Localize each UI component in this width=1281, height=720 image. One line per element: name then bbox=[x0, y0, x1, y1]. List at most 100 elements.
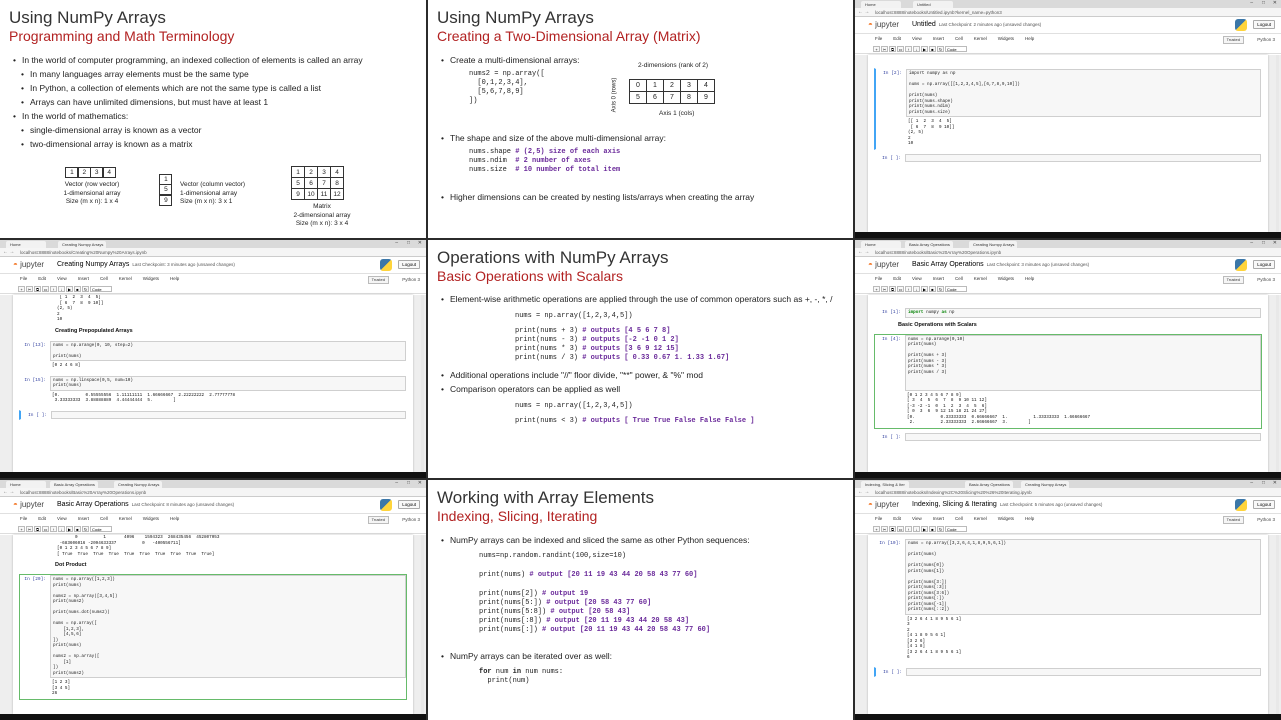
menu-item[interactable]: Kernel bbox=[974, 276, 987, 281]
trusted-badge[interactable]: Trusted bbox=[367, 276, 389, 284]
close-icon[interactable]: ✕ bbox=[418, 240, 422, 246]
run-button[interactable]: ▶ bbox=[921, 46, 928, 52]
run-button[interactable]: ▶ bbox=[921, 526, 928, 532]
menu-item[interactable]: Insert bbox=[933, 516, 944, 521]
menu-item[interactable]: Insert bbox=[933, 36, 944, 41]
run-button[interactable]: ▶ bbox=[66, 526, 73, 532]
stop-button[interactable]: ■ bbox=[929, 526, 936, 532]
menu-item[interactable]: Edit bbox=[38, 276, 46, 281]
browser-tab[interactable]: Home bbox=[6, 241, 46, 248]
menu-item[interactable]: View bbox=[57, 516, 67, 521]
run-button[interactable]: ▶ bbox=[921, 286, 928, 292]
paste-button[interactable]: ▭ bbox=[897, 46, 904, 52]
move-down-button[interactable]: ↓ bbox=[913, 526, 920, 532]
logout-button[interactable]: Logout bbox=[398, 500, 420, 509]
cell-input[interactable]: nums = np.array([3,2,6,4,1,8,9,5,6,1]) p… bbox=[905, 539, 1261, 615]
cell-type-select[interactable]: Code bbox=[945, 46, 967, 52]
cell-input[interactable] bbox=[906, 667, 1261, 676]
stop-button[interactable]: ■ bbox=[929, 286, 936, 292]
cell-input[interactable]: nums = np.arange(0,10) print(nums) print… bbox=[905, 334, 1261, 391]
browser-tab[interactable]: Basic Array Operations bbox=[50, 481, 98, 488]
code-cell[interactable]: In [2]: import numpy as np nums = np.arr… bbox=[874, 68, 1262, 150]
back-icon[interactable]: ← → bbox=[858, 488, 869, 497]
menu-item[interactable]: Widgets bbox=[998, 276, 1014, 281]
notebook-name[interactable]: Indexing, Slicing & Iterating Last Checkp… bbox=[912, 501, 1102, 508]
minimize-icon[interactable]: – bbox=[395, 240, 398, 246]
menu-item[interactable]: View bbox=[912, 276, 922, 281]
scrollbar[interactable] bbox=[1276, 55, 1279, 232]
maximize-icon[interactable]: □ bbox=[407, 480, 410, 486]
cell-type-select[interactable]: Code bbox=[90, 526, 112, 532]
trusted-badge[interactable]: Trusted bbox=[1222, 276, 1244, 284]
notebook-name[interactable]: Untitled Last Checkpoint: 2 minutes ago (… bbox=[912, 21, 1041, 28]
copy-button[interactable]: ⧉ bbox=[889, 286, 896, 292]
run-button[interactable]: ▶ bbox=[66, 286, 73, 292]
insert-cell-button[interactable]: + bbox=[873, 46, 880, 52]
move-down-button[interactable]: ↓ bbox=[58, 286, 65, 292]
back-icon[interactable]: ← → bbox=[3, 488, 14, 497]
move-down-button[interactable]: ↓ bbox=[913, 46, 920, 52]
minimize-icon[interactable]: – bbox=[1250, 240, 1253, 246]
menu-item[interactable]: Cell bbox=[955, 276, 963, 281]
insert-cell-button[interactable]: + bbox=[873, 526, 880, 532]
menu-item[interactable]: View bbox=[57, 276, 67, 281]
code-cell[interactable]: In [1]: import numpy as np bbox=[874, 307, 1262, 319]
browser-tab[interactable]: Creating Numpy Arrays bbox=[1021, 481, 1069, 488]
code-cell[interactable]: In [4]: nums = np.arange(0,10) print(num… bbox=[874, 333, 1262, 429]
menu-item[interactable]: Kernel bbox=[119, 276, 132, 281]
move-down-button[interactable]: ↓ bbox=[913, 286, 920, 292]
menu-item[interactable]: Help bbox=[1025, 516, 1034, 521]
cut-button[interactable]: ✂ bbox=[881, 286, 888, 292]
menu-item[interactable]: Edit bbox=[893, 36, 901, 41]
jupyter-logo[interactable]: ◓ jupyter bbox=[13, 260, 44, 269]
menu-item[interactable]: Cell bbox=[100, 276, 108, 281]
menu-item[interactable]: View bbox=[912, 516, 922, 521]
code-cell[interactable]: In [13]: nums = np.arange(0, 10, step=2)… bbox=[19, 340, 407, 372]
logout-button[interactable]: Logout bbox=[398, 260, 420, 269]
logout-button[interactable]: Logout bbox=[1253, 20, 1275, 29]
browser-tab[interactable]: Creating Numpy Arrays bbox=[58, 241, 106, 248]
browser-tab[interactable]: Creating Numpy Arrays bbox=[969, 241, 1017, 248]
notebook-name[interactable]: Basic Array Operations Last Checkpoint: 8… bbox=[57, 501, 234, 508]
move-up-button[interactable]: ↑ bbox=[905, 46, 912, 52]
cut-button[interactable]: ✂ bbox=[26, 286, 33, 292]
maximize-icon[interactable]: □ bbox=[1262, 0, 1265, 6]
insert-cell-button[interactable]: + bbox=[18, 286, 25, 292]
cell-input[interactable]: nums = np.arange(0, 10, step=2) print(nu… bbox=[50, 340, 406, 361]
stop-button[interactable]: ■ bbox=[929, 46, 936, 52]
address-bar[interactable]: ← → localhost:8888/notebooks/Untitled.ipy… bbox=[855, 8, 1281, 17]
maximize-icon[interactable]: □ bbox=[407, 240, 410, 246]
minimize-icon[interactable]: – bbox=[1250, 480, 1253, 486]
menu-item[interactable]: Insert bbox=[78, 276, 89, 281]
minimize-icon[interactable]: – bbox=[1250, 0, 1253, 6]
stop-button[interactable]: ■ bbox=[74, 286, 81, 292]
menu-item[interactable]: Kernel bbox=[974, 516, 987, 521]
notebook-name[interactable]: Basic Array Operations Last Checkpoint: 3… bbox=[912, 261, 1089, 268]
code-cell[interactable]: In [ ]: bbox=[19, 409, 407, 420]
copy-button[interactable]: ⧉ bbox=[889, 46, 896, 52]
restart-button[interactable]: ↻ bbox=[82, 526, 89, 532]
browser-tab[interactable]: Basic Array Operations bbox=[965, 481, 1013, 488]
address-bar[interactable]: ← → localhost:8888/notebooks/Creating%20N… bbox=[0, 248, 426, 257]
paste-button[interactable]: ▭ bbox=[897, 526, 904, 532]
menu-item[interactable]: Kernel bbox=[119, 516, 132, 521]
maximize-icon[interactable]: □ bbox=[1262, 480, 1265, 486]
minimize-icon[interactable]: – bbox=[395, 480, 398, 486]
menu-item[interactable]: Help bbox=[170, 516, 179, 521]
trusted-badge[interactable]: Trusted bbox=[367, 516, 389, 524]
back-icon[interactable]: ← → bbox=[858, 8, 869, 17]
cell-input[interactable] bbox=[905, 432, 1261, 441]
copy-button[interactable]: ⧉ bbox=[34, 526, 41, 532]
address-bar[interactable]: ← → localhost:8888/notebooks/Basic%20Arra… bbox=[0, 488, 426, 497]
move-up-button[interactable]: ↑ bbox=[50, 526, 57, 532]
cell-input[interactable]: import numpy as np nums = np.array([[1,2… bbox=[906, 69, 1261, 117]
menu-item[interactable]: Help bbox=[1025, 276, 1034, 281]
browser-tab[interactable]: Home bbox=[861, 1, 901, 8]
menu-item[interactable]: File bbox=[875, 36, 882, 41]
code-cell[interactable]: In [10]: nums = np.array([3,2,6,4,1,8,9,… bbox=[874, 538, 1262, 664]
move-up-button[interactable]: ↑ bbox=[50, 286, 57, 292]
trusted-badge[interactable]: Trusted bbox=[1222, 516, 1244, 524]
code-cell[interactable]: In [20]: nums = np.array([1,2,3]) print(… bbox=[19, 574, 407, 700]
menu-item[interactable]: File bbox=[20, 516, 27, 521]
menu-item[interactable]: Help bbox=[1025, 36, 1034, 41]
